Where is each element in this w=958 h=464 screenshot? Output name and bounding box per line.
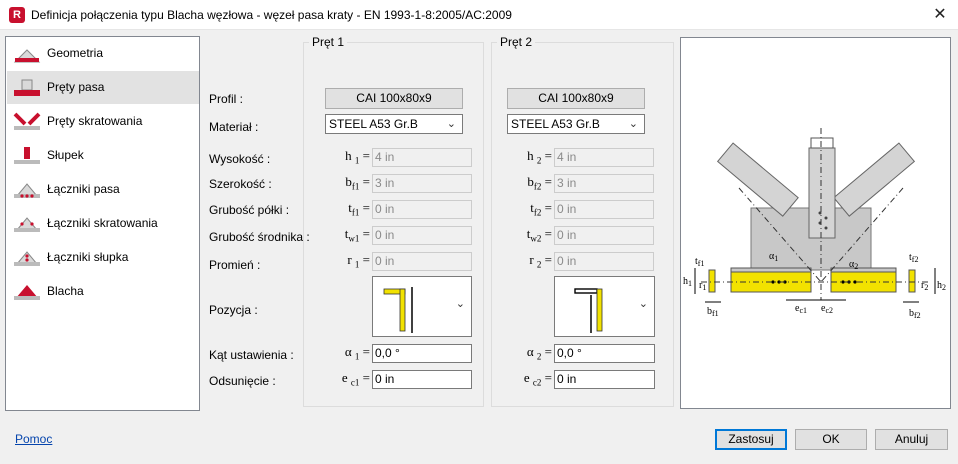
window-title: Definicja połączenia typu Blacha węzłowa… — [31, 8, 512, 22]
nav-item-prety-skratowania[interactable]: Pręty skratowania — [7, 105, 199, 138]
ok-button[interactable]: OK — [795, 429, 867, 450]
bar1-profile-button[interactable]: CAI 100x80x9 — [325, 88, 463, 109]
post-connectors-icon — [14, 251, 40, 266]
bar1-tw-symbol: tw1 = — [344, 226, 370, 244]
bar2-tf-symbol: tf2 = — [530, 200, 552, 218]
bar2-alpha-symbol: α 2 = — [526, 344, 552, 362]
bar2-width-field[interactable]: 3 in — [554, 174, 654, 193]
label-grubosc-polki: Grubość półki : — [209, 203, 290, 217]
connection-preview: tf1 tf2 h1 h2 r1 r2 α1 α2 ec1 ec2 bf1 bf… — [680, 37, 951, 409]
angle-profile-icon — [383, 287, 413, 333]
bf2-label: bf2 — [909, 308, 921, 320]
tf2-label: tf2 — [909, 252, 918, 264]
bar2-tw-symbol: tw2 = — [526, 226, 552, 244]
bar2-material-value: STEEL A53 Gr.B — [511, 117, 600, 131]
nav-label: Geometria — [47, 46, 104, 60]
bar1-b-symbol: bf1 = — [345, 174, 370, 192]
bar1-angle-field[interactable]: 0,0 ° — [372, 344, 472, 363]
bar2-title: Pręt 2 — [497, 35, 536, 49]
label-grubosc-srodnika: Grubość środnika : — [209, 230, 310, 244]
bar2-offset-field[interactable]: 0 in — [554, 370, 655, 389]
bar1-offset-field[interactable]: 0 in — [372, 370, 472, 389]
nav-label: Łączniki skratowania — [47, 216, 158, 230]
bar2-profile-button[interactable]: CAI 100x80x9 — [507, 88, 645, 109]
bar1-height-field[interactable]: 4 in — [372, 148, 472, 167]
bar2-r-symbol: r 2 = — [529, 252, 552, 270]
ec2-label: ec2 — [821, 303, 833, 315]
cancel-button[interactable]: Anuluj — [875, 429, 948, 450]
bar2-position-select[interactable]: ⌄ — [554, 276, 655, 337]
diagonal-bars-icon — [13, 112, 41, 130]
chevron-down-icon: ⌄ — [628, 118, 638, 130]
label-pozycja: Pozycja : — [209, 303, 258, 317]
h2-label: h2 — [937, 280, 946, 292]
label-profil: Profil : — [209, 92, 244, 106]
nav-item-laczniki-skratowania[interactable]: Łączniki skratowania — [7, 207, 199, 240]
bar2-ec-symbol: e c2 = — [523, 370, 552, 388]
bar2-radius-field[interactable]: 0 in — [554, 252, 654, 271]
bar1-title: Pręt 1 — [309, 35, 348, 49]
bar1-web-field[interactable]: 0 in — [372, 226, 472, 245]
bar2-angle-field[interactable]: 0,0 ° — [554, 344, 655, 363]
label-odsuniecie: Odsunięcie : — [209, 374, 276, 388]
bar1-tf-symbol: tf1 = — [348, 200, 370, 218]
diagonal-connectors-icon — [14, 217, 40, 232]
chevron-down-icon: ⌄ — [455, 298, 465, 310]
label-wysokosc: Wysokość : — [209, 152, 271, 166]
bar1-ec-symbol: e c1 = — [341, 370, 370, 388]
nav-label: Blacha — [47, 284, 84, 298]
section-list: Geometria Pręty pasa Pręty skratowania S… — [5, 36, 200, 411]
bar1-h-symbol: h 1 = — [345, 148, 370, 166]
bar1-position-select[interactable]: ⌄ — [372, 276, 472, 337]
nav-label: Pręty skratowania — [47, 114, 143, 128]
bar1-radius-field[interactable]: 0 in — [372, 252, 472, 271]
chord-connectors-icon — [14, 183, 40, 198]
bar1-r-symbol: r 1 = — [347, 252, 370, 270]
nav-item-laczniki-pasa[interactable]: Łączniki pasa — [7, 173, 199, 206]
apply-button[interactable]: Zastosuj — [715, 429, 787, 450]
post-icon — [14, 147, 40, 164]
close-icon[interactable]: ✕ — [926, 3, 954, 27]
tf1-label: tf1 — [695, 256, 704, 268]
chord-bars-icon — [14, 79, 40, 96]
label-material: Materiał : — [209, 120, 259, 134]
h1-label: h1 — [683, 276, 692, 288]
nav-item-blacha[interactable]: Blacha — [7, 275, 199, 308]
label-szerokosc: Szerokość : — [209, 177, 272, 191]
nav-label: Pręty pasa — [47, 80, 105, 94]
ec1-label: ec1 — [795, 303, 807, 315]
help-link[interactable]: Pomoc — [15, 432, 52, 446]
label-kat: Kąt ustawienia : — [209, 348, 294, 362]
bar2-flange-field[interactable]: 0 in — [554, 200, 654, 219]
chevron-down-icon: ⌄ — [446, 118, 456, 130]
bar2-web-field[interactable]: 0 in — [554, 226, 654, 245]
bar2-b-symbol: bf2 = — [527, 174, 552, 192]
nav-item-prety-pasa[interactable]: Pręty pasa — [7, 71, 199, 104]
nav-label: Słupek — [47, 148, 84, 162]
app-icon: R — [9, 7, 25, 23]
bar2-height-field[interactable]: 4 in — [554, 148, 654, 167]
nav-item-geometria[interactable]: Geometria — [7, 37, 199, 70]
bar2-material-select[interactable]: STEEL A53 Gr.B ⌄ — [507, 114, 645, 134]
bar1-material-value: STEEL A53 Gr.B — [329, 117, 418, 131]
label-promien: Promień : — [209, 258, 261, 272]
nav-label: Łączniki słupka — [47, 250, 129, 264]
bf1-label: bf1 — [707, 306, 719, 318]
bar1-width-field[interactable]: 3 in — [372, 174, 472, 193]
chevron-down-icon: ⌄ — [638, 298, 648, 310]
nav-item-laczniki-slupka[interactable]: Łączniki słupka — [7, 241, 199, 274]
plate-icon — [14, 285, 40, 300]
bar1-material-select[interactable]: STEEL A53 Gr.B ⌄ — [325, 114, 463, 134]
gusset-diagram: tf1 tf2 h1 h2 r1 r2 α1 α2 ec1 ec2 bf1 bf… — [683, 128, 946, 320]
bar1-flange-field[interactable]: 0 in — [372, 200, 472, 219]
bar2-h-symbol: h 2 = — [527, 148, 552, 166]
angle-profile-icon — [574, 288, 603, 333]
nav-item-slupek[interactable]: Słupek — [7, 139, 199, 172]
bar1-alpha-symbol: α 1 = — [344, 344, 370, 362]
geometry-icon — [13, 49, 41, 63]
nav-label: Łączniki pasa — [47, 182, 120, 196]
